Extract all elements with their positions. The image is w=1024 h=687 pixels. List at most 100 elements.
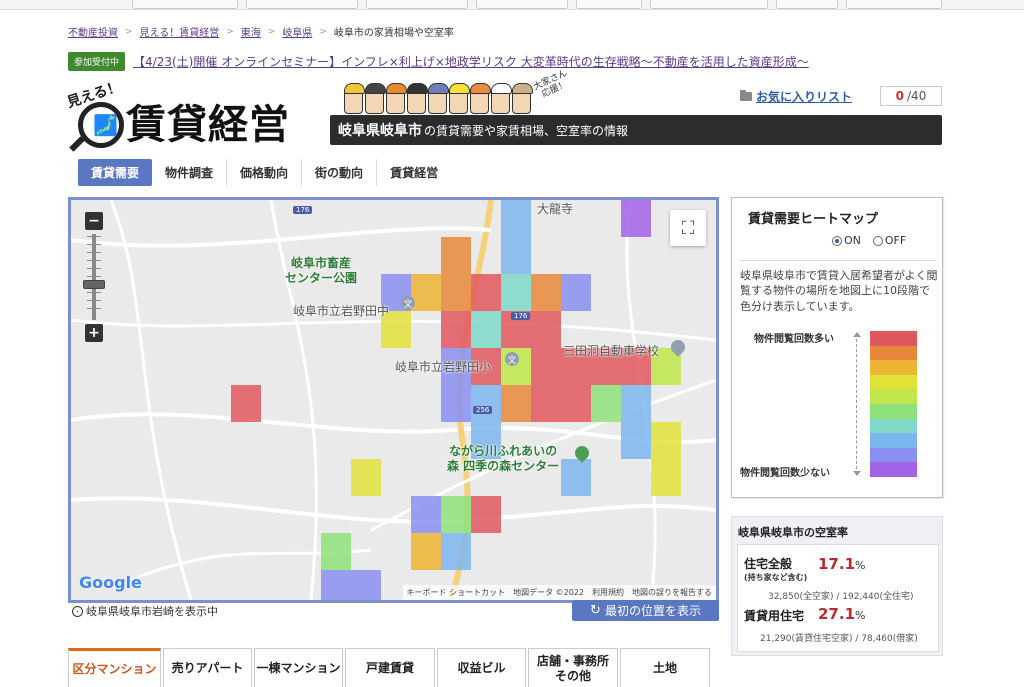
vacancy-box: 住宅全般 (持ち家など含む) 17.1% 32,850(全空家) / 192,4… bbox=[737, 544, 939, 652]
heatmap-legend-panel: 賃貸需要ヒートマップ ON OFF 岐阜県岐阜市で賃貸入居希望者がよく閲覧する物… bbox=[731, 197, 943, 498]
magnifier-icon: 🗾 bbox=[69, 102, 124, 152]
zoom-out-button[interactable]: − bbox=[85, 212, 103, 230]
heatmap-cell bbox=[531, 311, 561, 348]
poi-temple: 大龍寺 bbox=[537, 202, 574, 216]
breadcrumb-link[interactable]: 見える！賃貸経営 bbox=[140, 24, 220, 39]
poi-school: 岐阜市立岩野田中 bbox=[293, 304, 390, 318]
color-scale-swatch bbox=[870, 418, 917, 434]
heatmap-cell bbox=[501, 274, 531, 311]
folder-icon bbox=[740, 90, 752, 101]
double-arrow-icon bbox=[853, 332, 861, 476]
reset-position-button[interactable]: ↻ 最初の位置を表示 bbox=[572, 600, 719, 621]
tab-condo-unit[interactable]: 区分マンション bbox=[68, 648, 161, 687]
tab-apartment[interactable]: 売りアパート bbox=[163, 648, 252, 687]
vacancy-panel: 岐阜県岐阜市の空室率 住宅全般 (持ち家など含む) 17.1% 32,850(全… bbox=[731, 516, 943, 656]
heatmap-cell bbox=[501, 237, 531, 274]
tab-rental-management[interactable]: 賃貸経営 bbox=[377, 159, 451, 186]
region-banner: 岐阜県岐阜市 の賃貸需要や家賃相場、空室率の情報 bbox=[330, 115, 942, 145]
tab-income-building[interactable]: 収益ビル bbox=[437, 648, 526, 687]
fullscreen-button[interactable]: ⛶ bbox=[670, 210, 706, 246]
heatmap-cell bbox=[231, 385, 261, 422]
top-nav-segment[interactable] bbox=[846, 0, 942, 9]
top-nav-segment[interactable] bbox=[366, 0, 468, 9]
browser-top-strip bbox=[0, 0, 1024, 10]
zoom-slider-handle[interactable] bbox=[83, 280, 105, 289]
breadcrumb-current: 岐阜市の家賃相場や空室率 bbox=[333, 28, 454, 39]
heatmap-on-label: ON bbox=[844, 234, 861, 247]
zoom-control: − + bbox=[81, 210, 107, 344]
support-tag: 大家さん応援！ bbox=[532, 68, 570, 100]
japan-map-icon: 🗾 bbox=[93, 113, 118, 137]
chevron-right-icon: > bbox=[319, 26, 327, 37]
report-error-link[interactable]: 地図の誤りを報告する bbox=[632, 587, 712, 598]
crosshair-icon bbox=[72, 605, 83, 617]
heatmap-cell bbox=[441, 533, 471, 570]
poi-driving-school: 三田洞自動車学校 bbox=[563, 344, 660, 358]
tab-store-office[interactable]: 店舗・事務所 その他 bbox=[528, 648, 618, 687]
terms-link[interactable]: 利用規約 bbox=[592, 587, 624, 598]
tab-rental-demand[interactable]: 賃貸需要 bbox=[78, 159, 153, 186]
site-logo[interactable]: 見える！ 🗾 賃貸経営 bbox=[64, 79, 334, 152]
color-scale-swatch bbox=[870, 360, 917, 375]
tab-property-research[interactable]: 物件調査 bbox=[152, 159, 228, 186]
tab-price-trends[interactable]: 価格動向 bbox=[227, 159, 303, 186]
rental-rate: 27.1% bbox=[818, 605, 866, 623]
map-data-credit: 地図データ ©2022 bbox=[513, 588, 584, 597]
top-nav-segment[interactable] bbox=[576, 0, 642, 9]
top-nav-segment[interactable] bbox=[476, 0, 568, 9]
poi-school: 岐阜市立岩野田小 bbox=[395, 360, 492, 374]
top-nav-segment[interactable] bbox=[776, 0, 838, 9]
tab-detached-rental[interactable]: 戸建賃貸 bbox=[345, 648, 435, 687]
housing-label: 住宅全般 bbox=[744, 557, 793, 571]
map-location-status: 岐阜県岐阜市岩崎を表示中 bbox=[72, 603, 218, 619]
heatmap-cell bbox=[411, 274, 441, 311]
breadcrumb: 不動産投資 > 見える！賃貸経営 > 東海 > 岐阜県 > 岐阜市の家賃相場や空室率 bbox=[68, 24, 454, 40]
breadcrumb-link[interactable]: 東海 bbox=[241, 24, 261, 39]
heatmap-off-radio[interactable]: OFF bbox=[872, 234, 906, 247]
heatmap-cell bbox=[531, 348, 561, 385]
top-nav-segment[interactable] bbox=[246, 0, 358, 9]
heatmap-cell bbox=[321, 570, 351, 600]
breadcrumb-link[interactable]: 岐阜県 bbox=[282, 24, 312, 39]
favorites-link[interactable]: お気に入りリスト bbox=[740, 88, 852, 105]
radio-selected-icon bbox=[832, 235, 842, 246]
top-nav-segment[interactable] bbox=[132, 0, 238, 9]
tab-land[interactable]: 土地 bbox=[620, 648, 710, 687]
heatmap-cell bbox=[561, 385, 591, 422]
poi-forest-center: ながら川ふれあいの 森 四季の森センター bbox=[447, 444, 560, 473]
heatmap-cell bbox=[501, 200, 531, 237]
reset-position-label: 最初の位置を表示 bbox=[604, 604, 701, 618]
top-nav-segment[interactable] bbox=[650, 0, 768, 9]
seminar-link[interactable]: 【4/23(土)開催 オンラインセミナー】インフレ×利上げ×地政学リスク 大変革… bbox=[133, 53, 809, 70]
heatmap-map[interactable]: 176 176 256 大龍寺 岐阜市畜産 センター公園 岐阜市立岩野田中 文 … bbox=[68, 197, 719, 603]
heatmap-cell bbox=[501, 385, 531, 422]
main-tabs: 賃貸需要 物件調査 価格動向 街の動向 賃貸経営 bbox=[78, 159, 451, 186]
divider bbox=[740, 260, 936, 261]
tab-town-trends[interactable]: 街の動向 bbox=[302, 159, 378, 186]
mascot-icon bbox=[428, 83, 449, 114]
mascot-icon bbox=[386, 83, 407, 114]
zoom-ticks bbox=[87, 236, 101, 316]
heatmap-cell bbox=[621, 422, 651, 459]
tab-whole-mansion[interactable]: 一棟マンション bbox=[254, 648, 343, 687]
heatmap-cell bbox=[351, 459, 381, 496]
heatmap-cell bbox=[411, 496, 441, 533]
heatmap-cell bbox=[441, 237, 471, 274]
mascot-icon bbox=[344, 83, 365, 114]
mascot-icon bbox=[470, 83, 491, 114]
heatmap-on-radio[interactable]: ON bbox=[832, 234, 861, 247]
favorites-label: お気に入りリスト bbox=[756, 90, 853, 104]
breadcrumb-link[interactable]: 不動産投資 bbox=[68, 24, 118, 39]
housing-sublabel: (持ち家など含む) bbox=[744, 573, 808, 582]
region-name: 岐阜県岐阜市 bbox=[338, 123, 422, 139]
mascot-icon bbox=[449, 83, 470, 114]
vacancy-title: 岐阜県岐阜市の空室率 bbox=[738, 526, 848, 539]
heatmap-cell bbox=[621, 200, 651, 237]
heatmap-cell bbox=[351, 570, 381, 600]
zoom-in-button[interactable]: + bbox=[85, 324, 103, 342]
keyboard-shortcuts-link[interactable]: キーボード ショートカット bbox=[407, 587, 506, 598]
heatmap-cell bbox=[531, 274, 561, 311]
heatmap-cell bbox=[471, 311, 501, 348]
heatmap-cell bbox=[471, 496, 501, 533]
heatmap-cell bbox=[561, 459, 591, 496]
